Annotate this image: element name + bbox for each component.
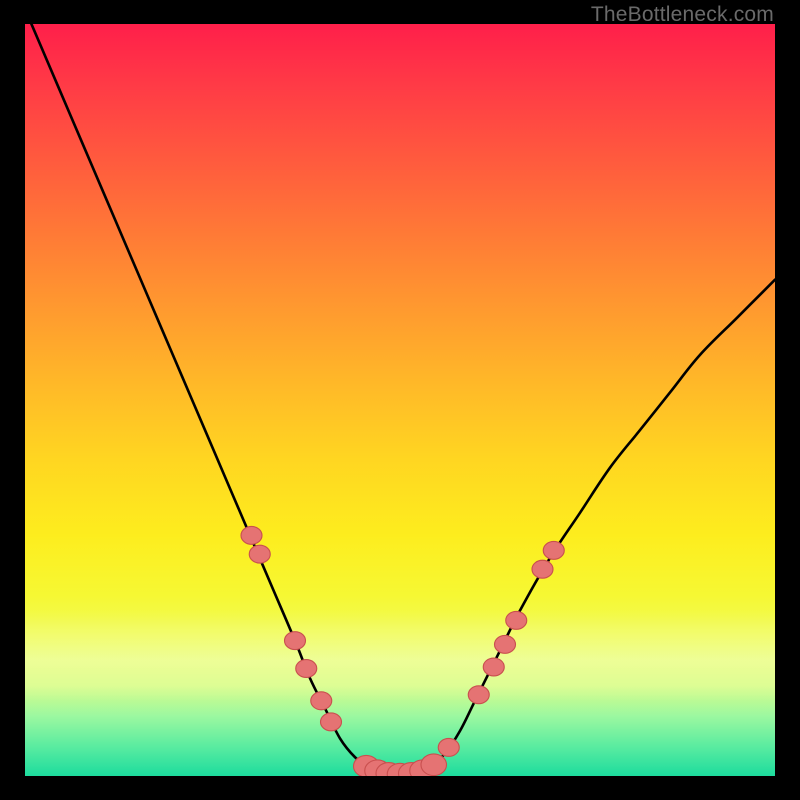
chart-marker bbox=[296, 660, 317, 678]
chart-marker bbox=[320, 713, 341, 731]
chart-marker bbox=[285, 632, 306, 650]
chart-marker bbox=[421, 754, 447, 776]
chart-marker bbox=[543, 541, 564, 559]
chart-marker bbox=[311, 692, 332, 710]
app-frame: TheBottleneck.com bbox=[0, 0, 800, 800]
chart-marker bbox=[532, 560, 553, 578]
chart-marker-layer bbox=[25, 24, 775, 776]
chart-plot-area bbox=[25, 24, 775, 776]
chart-marker bbox=[438, 738, 459, 756]
attribution-watermark: TheBottleneck.com bbox=[591, 3, 774, 27]
chart-marker bbox=[468, 686, 489, 704]
chart-marker bbox=[495, 635, 516, 653]
chart-marker bbox=[241, 526, 262, 544]
chart-marker bbox=[506, 611, 527, 629]
chart-marker bbox=[249, 545, 270, 563]
chart-marker bbox=[483, 658, 504, 676]
